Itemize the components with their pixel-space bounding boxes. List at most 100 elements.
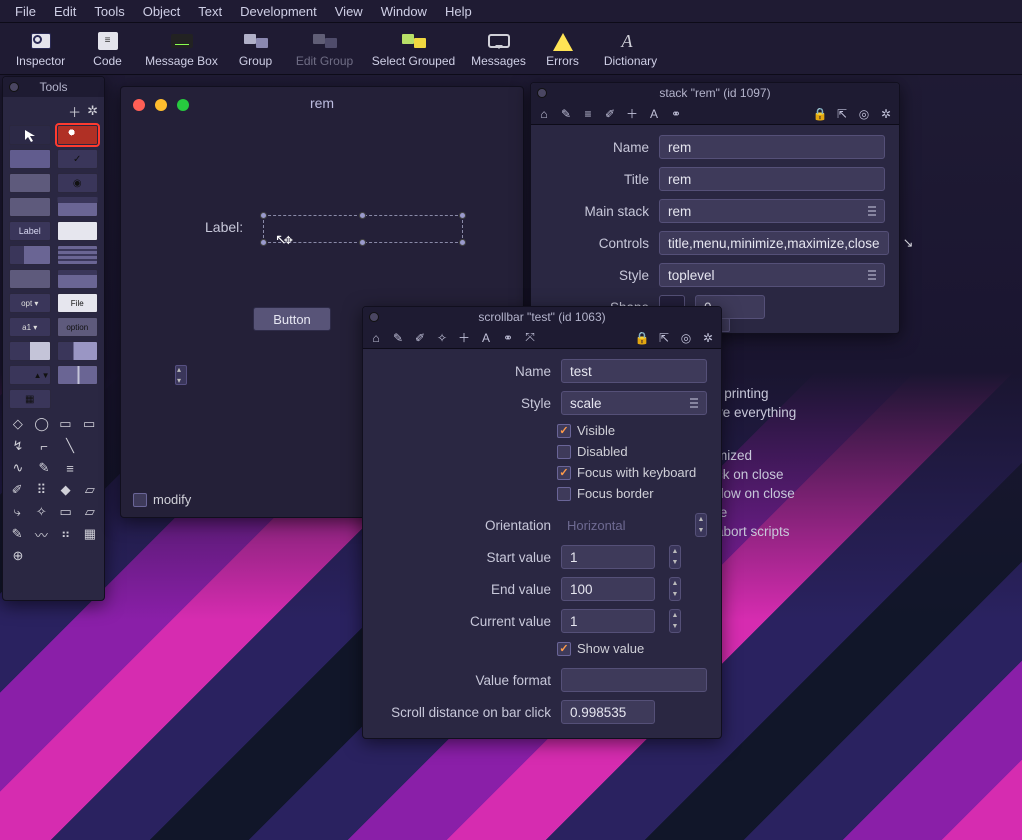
traffic-lights[interactable] (133, 99, 189, 111)
toolbar-code[interactable]: ≡ Code (78, 24, 138, 74)
tools-close-dot[interactable] (9, 82, 19, 92)
sb-home-icon[interactable]: ⌂ (367, 330, 385, 346)
tool-slab-2[interactable] (9, 197, 51, 217)
tool-wand-icon[interactable]: ✧ (33, 505, 49, 519)
scrollbar-inspector-titlebar[interactable]: scrollbar "test" (id 1063) (363, 307, 721, 327)
tool-erase3-icon[interactable]: ▱ (82, 505, 98, 519)
tool-rect-1[interactable] (9, 149, 51, 169)
orientation-stepper[interactable]: ▲▼ (695, 513, 707, 537)
minimize-icon[interactable] (155, 99, 167, 111)
toolbar-dictionary[interactable]: Dictionary (592, 24, 670, 74)
pen-icon[interactable]: ✐ (601, 106, 619, 122)
tool-target-icon[interactable]: ⊕ (9, 549, 27, 563)
tool-dropper-icon[interactable]: ✎ (9, 527, 25, 541)
toolbar-group[interactable]: Group (226, 24, 286, 74)
tool-column-left[interactable] (9, 245, 51, 265)
canvas-button[interactable]: Button (253, 307, 331, 331)
tool-oval-icon[interactable]: ◯ (33, 417, 51, 431)
tool-stepper[interactable]: ▲▼ (9, 365, 51, 385)
style-dropdown[interactable]: toplevel (659, 263, 885, 287)
zoom-icon[interactable] (177, 99, 189, 111)
tool-openpoly-icon[interactable]: ⌐ (35, 439, 53, 453)
sb-pen-icon[interactable]: ✐ (411, 330, 429, 346)
tool-halves[interactable] (9, 341, 51, 361)
tool-freehand-icon[interactable]: ∿ (9, 461, 27, 475)
tools-titlebar[interactable]: Tools (3, 77, 104, 97)
resize-handle-n[interactable] (359, 212, 366, 219)
menu-object[interactable]: Object (134, 2, 190, 21)
toolbar-messages[interactable]: Messages (464, 24, 534, 74)
tool-erase2-icon[interactable]: ▭ (58, 505, 74, 519)
tool-stepper-a[interactable]: a1 ▾ (9, 317, 51, 337)
current-value-field[interactable]: 1 (561, 609, 655, 633)
tool-option[interactable]: opt ▾ (9, 293, 51, 313)
tool-option2[interactable]: option (57, 317, 99, 337)
menu-tools[interactable]: Tools (85, 2, 133, 21)
sb-gear-icon[interactable]: ✲ (699, 330, 717, 346)
brush-icon[interactable]: ✎ (557, 106, 575, 122)
tool-polyline-icon[interactable]: ↯ (9, 439, 27, 453)
tool-file[interactable]: File (57, 293, 99, 313)
sb-text-a-icon[interactable]: A (477, 330, 495, 346)
tool-slider[interactable] (57, 365, 99, 385)
link-icon[interactable]: ⚭ (667, 106, 685, 122)
show-value-checkbox[interactable] (557, 642, 571, 656)
tool-label[interactable]: Label (9, 221, 51, 241)
gear-icon[interactable]: ✲ (877, 106, 895, 122)
tool-dots-icon[interactable]: ⠶ (58, 527, 74, 541)
menu-window[interactable]: Window (372, 2, 436, 21)
tool-grid[interactable] (57, 245, 99, 265)
selected-scrollbar-object[interactable] (263, 215, 463, 243)
controls-field[interactable]: title,menu,minimize,maximize,close (659, 231, 889, 255)
add-page-icon[interactable]: ＋ (68, 102, 81, 121)
end-value-stepper[interactable]: ▲▼ (669, 577, 681, 601)
sb-brush-icon[interactable]: ✎ (389, 330, 407, 346)
popout-icon[interactable]: ⇱ (833, 106, 851, 122)
sb-bounds-icon[interactable]: ⤧ (521, 330, 539, 346)
menu-edit[interactable]: Edit (45, 2, 85, 21)
scrollbar-inspector-close-dot[interactable] (369, 312, 379, 322)
menu-view[interactable]: View (326, 2, 372, 21)
visible-checkbox[interactable] (557, 424, 571, 438)
tools-palette[interactable]: Tools ＋ ✲ ✓ ◉ Label opt ▾ File a1 ▾ opti… (2, 76, 105, 601)
tool-tab[interactable] (57, 197, 99, 217)
tool-checker-icon[interactable]: ▦ (82, 527, 98, 541)
stack-inspector[interactable]: stack "rem" (id 1097) ⌂ ✎ ≡ ✐ ＋ A ⚭ 🔒 ⇱ … (530, 82, 900, 334)
tool-edit-cursor[interactable] (57, 125, 99, 145)
sb-target-icon[interactable]: ◎ (677, 330, 695, 346)
tool-list[interactable] (57, 269, 99, 289)
resize-handle-sw[interactable] (260, 239, 267, 246)
resize-handle-nw[interactable] (260, 212, 267, 219)
settings-gear-icon[interactable]: ✲ (87, 103, 98, 119)
tool-line-icon[interactable]: ╲ (61, 439, 79, 453)
tool-fill-icon[interactable]: ◆ (58, 483, 74, 497)
scroll-distance-field[interactable]: 0.998535 (561, 700, 655, 724)
tool-list-icon[interactable]: ≡ (61, 461, 79, 475)
title-field[interactable]: rem (659, 167, 885, 191)
tool-brush-icon[interactable]: 〰 (33, 527, 49, 541)
menu-text[interactable]: Text (189, 2, 231, 21)
tool-check[interactable]: ✓ (57, 149, 99, 169)
tool-erase1-icon[interactable]: ▱ (82, 483, 98, 497)
start-value-stepper[interactable]: ▲▼ (669, 545, 681, 569)
text-a-icon[interactable]: A (645, 106, 663, 122)
tool-pointer[interactable] (9, 125, 51, 145)
tool-spray-icon[interactable]: ⠿ (33, 483, 49, 497)
sb-plus-icon[interactable]: ＋ (455, 330, 473, 346)
tool-pencil-icon[interactable]: ✎ (35, 461, 53, 475)
toolbar-select-grouped[interactable]: Select Grouped (364, 24, 464, 74)
lock-icon[interactable]: 🔒 (811, 106, 829, 122)
scrollbar-inspector[interactable]: scrollbar "test" (id 1063) ⌂ ✎ ✐ ✧ ＋ A ⚭… (362, 306, 722, 739)
sb-popout-icon[interactable]: ⇱ (655, 330, 673, 346)
menu-file[interactable]: File (6, 2, 45, 21)
toolbar-errors[interactable]: Errors (534, 24, 592, 74)
sb-style-dropdown[interactable]: scale (561, 391, 707, 415)
toolbar-inspector[interactable]: Inspector (4, 24, 78, 74)
stack-inspector-close-dot[interactable] (537, 88, 547, 98)
menu-development[interactable]: Development (231, 2, 326, 21)
resize-handle-se[interactable] (459, 239, 466, 246)
sb-name-field[interactable]: test (561, 359, 707, 383)
tool-empty[interactable] (57, 389, 99, 409)
tool-roundrect-icon[interactable]: ▭ (57, 417, 75, 431)
sb-wand-icon[interactable]: ✧ (433, 330, 451, 346)
